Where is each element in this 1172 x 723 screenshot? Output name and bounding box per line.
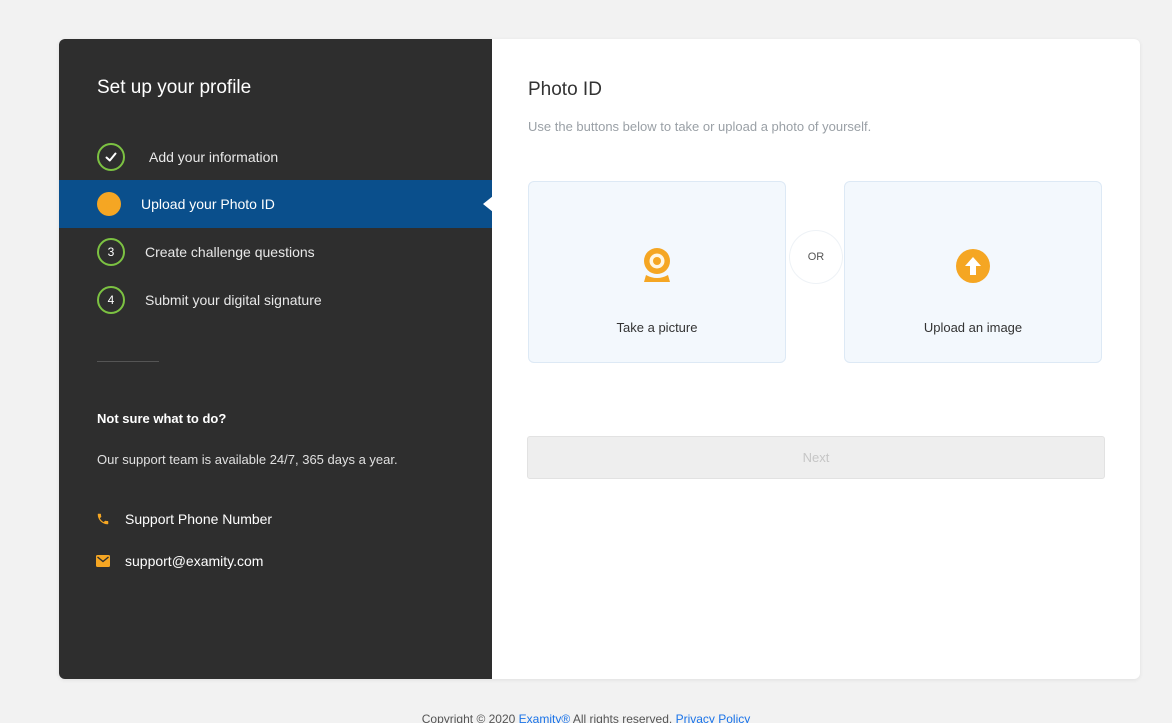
step-add-information[interactable]: Add your information bbox=[59, 133, 492, 181]
footer: Copyright © 2020 Examity® All rights res… bbox=[0, 712, 1172, 723]
envelope-icon bbox=[95, 553, 111, 569]
step-4-number: 4 bbox=[97, 286, 125, 314]
support-email-label: support@examity.com bbox=[125, 553, 264, 569]
upload-arrow-icon bbox=[955, 246, 991, 286]
footer-copyright: Copyright © 2020 bbox=[421, 712, 516, 723]
step-create-challenge-questions[interactable]: 3 Create challenge questions bbox=[59, 228, 492, 276]
step-1-label: Add your information bbox=[149, 149, 279, 165]
step-3-label: Create challenge questions bbox=[145, 244, 315, 260]
step-submit-digital-signature[interactable]: 4 Submit your digital signature bbox=[59, 276, 492, 324]
help-text: Our support team is available 24/7, 365 … bbox=[97, 452, 398, 467]
step-1-checkmark-icon bbox=[97, 143, 125, 171]
upload-image-button[interactable]: Upload an image bbox=[844, 181, 1102, 363]
profile-setup-card: Set up your profile Add your information… bbox=[59, 39, 1140, 679]
or-separator: OR bbox=[790, 231, 842, 283]
support-phone-label: Support Phone Number bbox=[125, 511, 273, 527]
step-2-label: Upload your Photo ID bbox=[141, 196, 275, 212]
support-phone-link[interactable]: Support Phone Number bbox=[95, 511, 272, 527]
step-2-number: 2 bbox=[97, 192, 121, 216]
webcam-icon bbox=[639, 246, 675, 286]
help-title: Not sure what to do? bbox=[97, 411, 227, 426]
footer-brand-link[interactable]: Examity® bbox=[519, 712, 571, 723]
page-subtitle: Use the buttons below to take or upload … bbox=[528, 119, 872, 134]
next-button[interactable]: Next bbox=[527, 436, 1105, 479]
upload-image-label: Upload an image bbox=[923, 320, 1023, 335]
footer-privacy-link[interactable]: Privacy Policy bbox=[676, 712, 751, 723]
support-email-link[interactable]: support@examity.com bbox=[95, 553, 263, 569]
step-4-label: Submit your digital signature bbox=[145, 292, 322, 308]
step-3-number: 3 bbox=[97, 238, 125, 266]
footer-rights: All rights reserved. bbox=[572, 712, 673, 723]
phone-icon bbox=[95, 511, 111, 527]
take-picture-label: Take a picture bbox=[616, 320, 698, 335]
sidebar: Set up your profile Add your information… bbox=[59, 39, 493, 679]
main-panel: Photo ID Use the buttons below to take o… bbox=[492, 39, 1140, 679]
sidebar-divider bbox=[97, 361, 159, 362]
take-picture-button[interactable]: Take a picture bbox=[528, 181, 786, 363]
sidebar-title: Set up your profile bbox=[97, 77, 252, 98]
step-upload-photo-id[interactable]: 2 Upload your Photo ID bbox=[59, 180, 493, 228]
page-title: Photo ID bbox=[528, 79, 602, 100]
